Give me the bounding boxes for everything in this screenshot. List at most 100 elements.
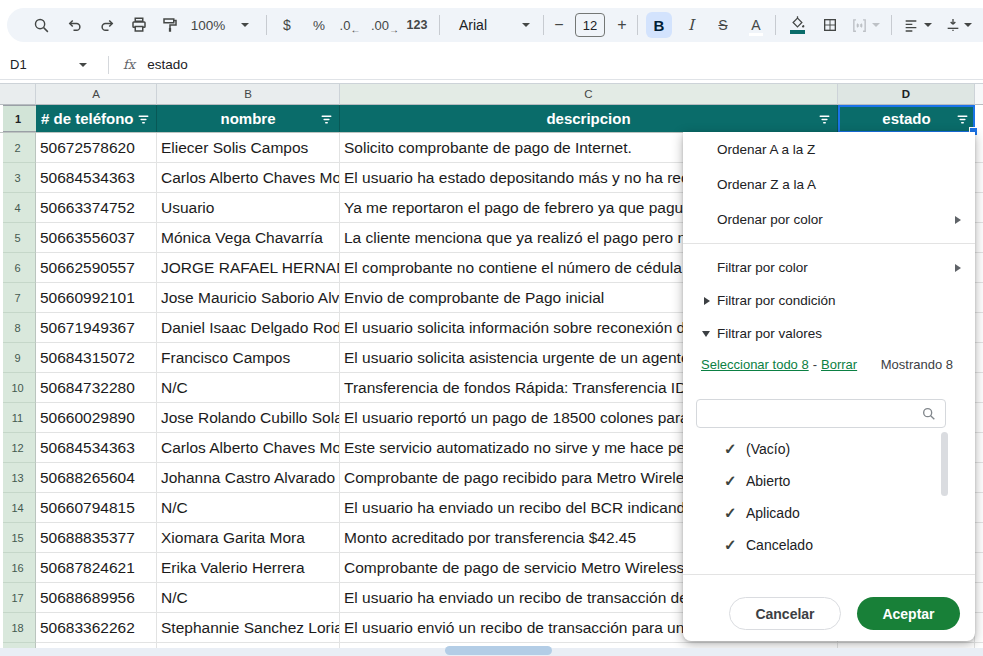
header-cell-nombre[interactable]: nombre: [157, 105, 340, 132]
font-select[interactable]: Arial: [453, 8, 493, 42]
cell[interactable]: 50683362262: [36, 613, 157, 643]
header-cell-descripcion[interactable]: descripcion: [340, 105, 838, 132]
cell[interactable]: Carlos Alberto Chaves Mora: [157, 433, 340, 463]
filter-value-abierto[interactable]: ✓Abierto: [683, 466, 975, 496]
row-header[interactable]: 6: [0, 253, 36, 283]
cell[interactable]: [975, 463, 983, 493]
filter-icon[interactable]: [818, 112, 831, 129]
cell[interactable]: [975, 373, 983, 403]
cell[interactable]: 50660794815: [36, 493, 157, 523]
filter-search-input[interactable]: [696, 399, 946, 428]
menu-item-sort-by-color[interactable]: Ordenar por color: [683, 202, 975, 237]
cell[interactable]: Johanna Castro Alvarado: [157, 463, 340, 493]
cell[interactable]: [975, 613, 983, 643]
menu-item-filter-by-condition[interactable]: Filtrar por condición: [683, 284, 975, 317]
strikethrough-button[interactable]: S: [713, 8, 733, 42]
filter-value-aplicado[interactable]: ✓Aplicado: [683, 498, 975, 528]
row-header[interactable]: 18: [0, 613, 36, 643]
cell[interactable]: 50687824621: [36, 553, 157, 583]
horizontal-scrollbar-thumb[interactable]: [445, 646, 552, 655]
row-header[interactable]: 8: [0, 313, 36, 343]
filter-icon[interactable]: [956, 112, 969, 129]
cell[interactable]: [975, 523, 983, 553]
column-header-c[interactable]: C: [340, 83, 838, 105]
column-header-a[interactable]: A: [36, 83, 157, 105]
cell[interactable]: 50684534363: [36, 163, 157, 193]
font-size-input[interactable]: 12: [574, 8, 606, 42]
cell[interactable]: 50662590557: [36, 253, 157, 283]
column-header-d[interactable]: D: [838, 83, 975, 105]
row-header-1[interactable]: 1: [0, 105, 36, 132]
cell[interactable]: [975, 553, 983, 583]
cell[interactable]: [975, 253, 983, 283]
cell[interactable]: 50684315072: [36, 343, 157, 373]
cell[interactable]: 50660029890: [36, 403, 157, 433]
percent-format-button[interactable]: %: [309, 8, 329, 42]
column-header-e[interactable]: [975, 83, 983, 105]
search-icon[interactable]: [30, 8, 52, 42]
menu-item-filter-by-values[interactable]: Filtrar por valores: [683, 317, 975, 350]
filter-value-vacio[interactable]: ✓(Vacío): [683, 434, 975, 464]
name-box-caret-icon[interactable]: [79, 63, 87, 67]
formula-input[interactable]: estado: [147, 57, 188, 72]
cell[interactable]: [975, 493, 983, 523]
row-header[interactable]: 17: [0, 583, 36, 613]
cell[interactable]: [975, 223, 983, 253]
cell[interactable]: Eliecer Solis Campos: [157, 133, 340, 163]
corner-cell[interactable]: [0, 83, 36, 105]
header-cell-estado[interactable]: estado: [838, 105, 975, 132]
menu-item-filter-by-color[interactable]: Filtrar por color: [683, 251, 975, 284]
increase-decimal-button[interactable]: .00→: [370, 8, 400, 42]
currency-format-button[interactable]: $: [277, 8, 297, 42]
cell[interactable]: [975, 583, 983, 613]
row-header[interactable]: 13: [0, 463, 36, 493]
cell[interactable]: 50688835377: [36, 523, 157, 553]
cell[interactable]: 50663374752: [36, 193, 157, 223]
cell[interactable]: [975, 433, 983, 463]
print-icon[interactable]: [129, 8, 149, 42]
cell[interactable]: Xiomara Garita Mora: [157, 523, 340, 553]
row-header[interactable]: 12: [0, 433, 36, 463]
cell[interactable]: Jose Mauricio Saborio Alvarado: [157, 283, 340, 313]
cell[interactable]: [975, 403, 983, 433]
filter-icon[interactable]: [137, 112, 150, 129]
clear-link[interactable]: Borrar: [821, 357, 857, 372]
cancel-button[interactable]: Cancelar: [729, 597, 841, 630]
row-header[interactable]: 4: [0, 193, 36, 223]
italic-button[interactable]: I: [681, 8, 701, 42]
cell[interactable]: Mónica Vega Chavarría: [157, 223, 340, 253]
cell[interactable]: Usuario: [157, 193, 340, 223]
accept-button[interactable]: Aceptar: [857, 597, 960, 630]
cell[interactable]: [975, 343, 983, 373]
row-header[interactable]: 15: [0, 523, 36, 553]
cell[interactable]: 50688265604: [36, 463, 157, 493]
filter-value-cancelado[interactable]: ✓Cancelado: [683, 530, 975, 560]
cell[interactable]: Stephannie Sanchez Loria: [157, 613, 340, 643]
text-color-button[interactable]: A: [746, 8, 766, 42]
row-header[interactable]: 16: [0, 553, 36, 583]
cell[interactable]: 50663556037: [36, 223, 157, 253]
cell[interactable]: Francisco Campos: [157, 343, 340, 373]
cell[interactable]: 50672578620: [36, 133, 157, 163]
header-cell-telefono[interactable]: # de teléfono: [36, 105, 157, 132]
cell[interactable]: [975, 313, 983, 343]
row-header[interactable]: 3: [0, 163, 36, 193]
paint-format-icon[interactable]: [160, 8, 180, 42]
cell[interactable]: N/C: [157, 583, 340, 613]
row-header[interactable]: 9: [0, 343, 36, 373]
filter-icon[interactable]: [320, 112, 333, 129]
zoom-select[interactable]: 100%: [187, 8, 229, 42]
more-formats-button[interactable]: 123: [404, 8, 430, 42]
list-scrollbar[interactable]: [941, 432, 948, 496]
cell[interactable]: [975, 193, 983, 223]
cell[interactable]: Carlos Alberto Chaves Mora: [157, 163, 340, 193]
column-header-b[interactable]: B: [157, 83, 340, 105]
cell[interactable]: [975, 163, 983, 193]
row-header[interactable]: 11: [0, 403, 36, 433]
cell[interactable]: [975, 283, 983, 313]
undo-icon[interactable]: [65, 8, 85, 42]
cell[interactable]: N/C: [157, 493, 340, 523]
cell[interactable]: [975, 133, 983, 163]
menu-item-sort-za[interactable]: Ordenar Z a la A: [683, 167, 975, 202]
cell[interactable]: N/C: [157, 373, 340, 403]
